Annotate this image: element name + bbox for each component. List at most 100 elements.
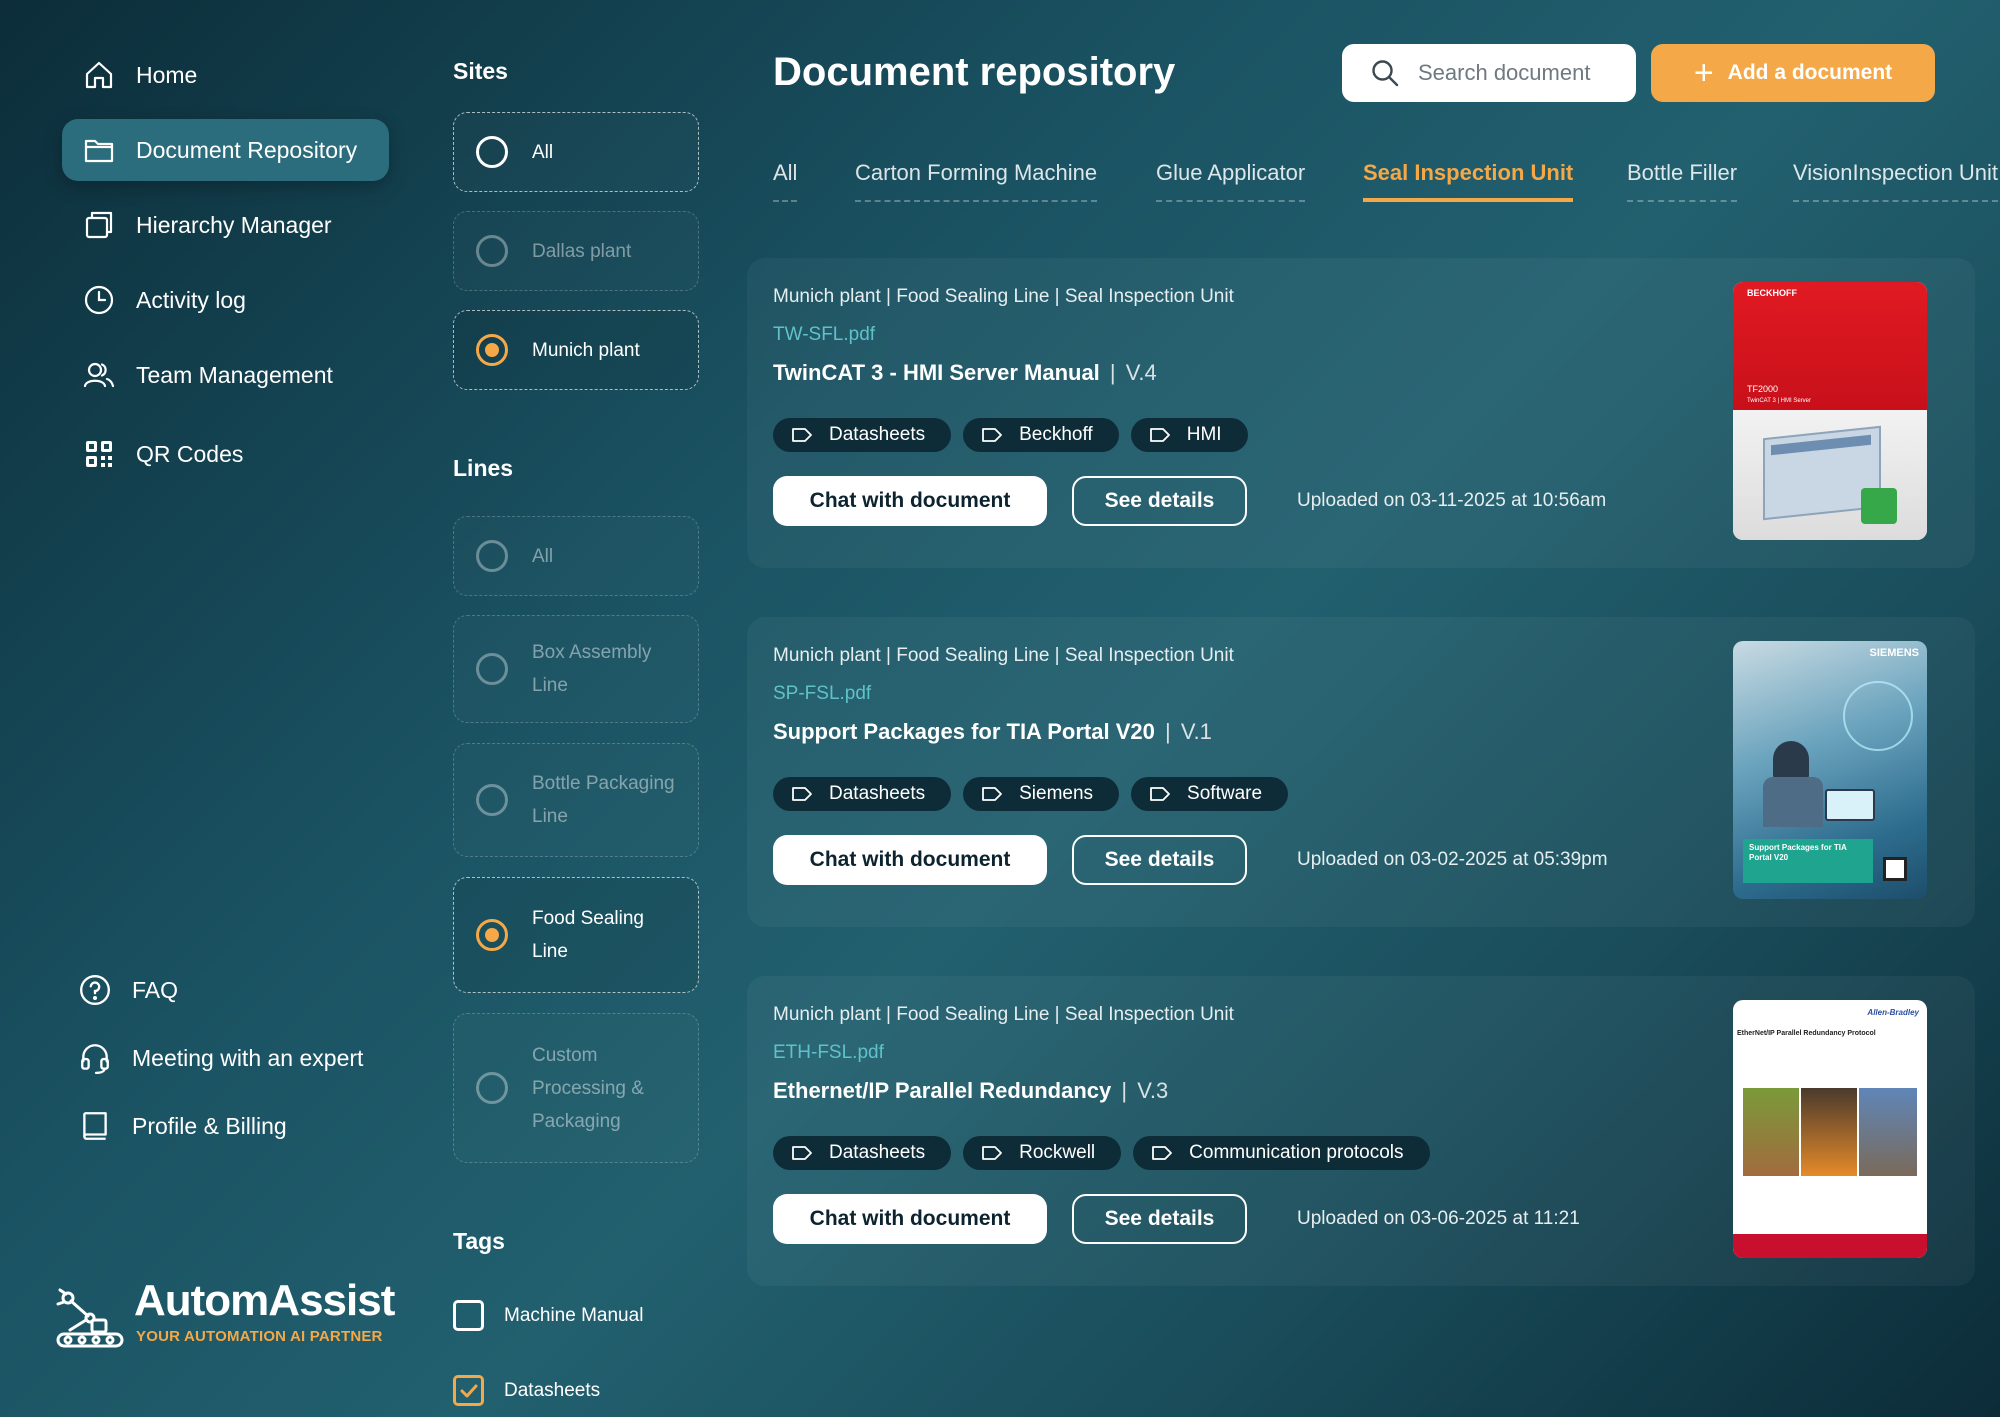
qr-icon <box>82 437 116 471</box>
tag-filter-label: Machine Manual <box>504 1304 644 1326</box>
document-cover-thumbnail[interactable]: SIEMENS Support Packages for TIA Portal … <box>1733 641 1927 899</box>
line-option-food-sealing[interactable]: Food Sealing Line <box>453 877 699 993</box>
site-option-dallas[interactable]: Dallas plant <box>453 211 699 291</box>
search-icon <box>1370 58 1400 88</box>
headset-icon <box>78 1041 112 1075</box>
document-version: V.1 <box>1180 719 1212 744</box>
tag-icon <box>792 1146 812 1160</box>
nav-profile-billing[interactable]: Profile & Billing <box>78 1109 287 1143</box>
upload-date: Uploaded on 03-11-2025 at 10:56am <box>1297 490 1607 511</box>
see-details-button[interactable]: See details <box>1072 835 1247 885</box>
site-option-all[interactable]: All <box>453 112 699 192</box>
tab-vision-inspection-unit[interactable]: VisionInspection Unit <box>1793 160 1999 202</box>
cover-brand: BECKHOFF <box>1747 288 1797 298</box>
tag-filter-datasheets[interactable]: Datasheets <box>453 1375 600 1406</box>
see-details-button[interactable]: See details <box>1072 476 1247 526</box>
tab-seal-inspection-unit[interactable]: Seal Inspection Unit <box>1363 160 1574 202</box>
document-title: TwinCAT 3 - HMI Server Manual <box>773 360 1100 385</box>
document-filename[interactable]: TW-SFL.pdf <box>773 324 875 346</box>
plus-icon: + <box>1693 54 1714 92</box>
document-card: Munich plant | Food Sealing Line | Seal … <box>747 976 1975 1286</box>
document-filename[interactable]: ETH-FSL.pdf <box>773 1042 884 1064</box>
tag-pill[interactable]: Siemens <box>963 777 1120 811</box>
nav-team-management[interactable]: Team Management <box>62 344 389 406</box>
document-cover-thumbnail[interactable]: BECKHOFF TF2000 TwinCAT 3 | HMI Server <box>1733 282 1927 540</box>
see-details-button[interactable]: See details <box>1072 1194 1247 1244</box>
nav-team-management-label: Team Management <box>136 361 333 388</box>
nav-faq[interactable]: FAQ <box>78 973 178 1007</box>
document-cover-thumbnail[interactable]: Allen-Bradley EtherNet/IP Parallel Redun… <box>1733 1000 1927 1258</box>
document-tags: Datasheets Rockwell Communication protoc… <box>773 1136 1430 1170</box>
tag-label: Communication protocols <box>1189 1142 1404 1163</box>
nav-document-repository[interactable]: Document Repository <box>62 119 389 181</box>
chat-with-document-button[interactable]: Chat with document <box>773 476 1047 526</box>
tag-pill[interactable]: Communication protocols <box>1133 1136 1430 1170</box>
document-title-row: Ethernet/IP Parallel Redundancy | V.3 <box>773 1078 1168 1104</box>
nav-meeting-expert-label: Meeting with an expert <box>132 1044 364 1071</box>
document-filename[interactable]: SP-FSL.pdf <box>773 683 871 705</box>
tab-carton-forming-machine[interactable]: Carton Forming Machine <box>855 160 1098 202</box>
nav-hierarchy-manager[interactable]: Hierarchy Manager <box>62 194 389 256</box>
line-option-all[interactable]: All <box>453 516 699 596</box>
site-option-label: All <box>532 141 554 163</box>
tag-label: Siemens <box>1019 783 1094 804</box>
tab-glue-applicator[interactable]: Glue Applicator <box>1156 160 1306 202</box>
logo-tagline: YOUR AUTOMATION AI PARTNER <box>136 1328 383 1345</box>
search-input[interactable]: Search document <box>1342 44 1636 102</box>
nav-activity-log-label: Activity log <box>136 286 246 313</box>
tag-pill[interactable]: HMI <box>1130 418 1248 452</box>
tag-pill[interactable]: Beckhoff <box>963 418 1119 452</box>
nav-qr-codes[interactable]: QR Codes <box>62 423 389 485</box>
tag-pill[interactable]: Rockwell <box>963 1136 1122 1170</box>
app-logo: AutomAssist YOUR AUTOMATION AI PARTNER <box>56 1276 395 1352</box>
tag-pill[interactable]: Software <box>1131 777 1289 811</box>
tag-label: HMI <box>1186 424 1222 445</box>
checkbox-checked-icon <box>453 1375 484 1406</box>
help-icon <box>78 973 112 1007</box>
hierarchy-icon <box>82 208 116 242</box>
tag-filter-machine-manual[interactable]: Machine Manual <box>453 1300 643 1331</box>
tag-pill[interactable]: Datasheets <box>773 777 952 811</box>
line-option-label: All <box>532 545 554 567</box>
nav-qr-codes-label: QR Codes <box>136 440 244 467</box>
tab-bottle-filler[interactable]: Bottle Filler <box>1627 160 1738 202</box>
document-version-separator: | <box>1121 1078 1128 1103</box>
chat-with-document-button[interactable]: Chat with document <box>773 1194 1047 1244</box>
document-title: Support Packages for TIA Portal V20 <box>773 719 1155 744</box>
lines-title: Lines <box>453 455 514 481</box>
tag-pill[interactable]: Datasheets <box>773 1136 952 1170</box>
line-option-bottle-packaging[interactable]: Bottle Packaging Line <box>453 743 699 857</box>
cover-brand: Allen-Bradley <box>1867 1008 1919 1017</box>
line-option-box-assembly[interactable]: Box Assembly Line <box>453 615 699 723</box>
add-document-button[interactable]: + Add a document <box>1651 44 1935 102</box>
logo-name: AutomAssist <box>134 1276 395 1325</box>
chat-with-document-button[interactable]: Chat with document <box>773 835 1047 885</box>
line-option-custom-processing[interactable]: Custom Processing & Packaging <box>453 1013 699 1163</box>
document-title-row: Support Packages for TIA Portal V20 | V.… <box>773 719 1212 745</box>
document-card: Munich plant | Food Sealing Line | Seal … <box>747 617 1975 927</box>
tag-label: Datasheets <box>829 783 926 804</box>
tab-all[interactable]: All <box>773 160 798 202</box>
site-option-munich[interactable]: Munich plant <box>453 310 699 390</box>
nav-hierarchy-manager-label: Hierarchy Manager <box>136 211 332 238</box>
add-document-label: Add a document <box>1727 61 1893 84</box>
line-option-label: Box Assembly Line <box>532 642 652 696</box>
document-tags: Datasheets Siemens Software <box>773 777 1289 811</box>
tag-pill[interactable]: Datasheets <box>773 418 952 452</box>
cover-brand: SIEMENS <box>1869 647 1919 659</box>
nav-faq-label: FAQ <box>132 976 179 1003</box>
nav-home-label: Home <box>136 61 198 88</box>
document-card: Munich plant | Food Sealing Line | Seal … <box>747 258 1975 568</box>
nav-home[interactable]: Home <box>62 44 389 106</box>
nav-activity-log[interactable]: Activity log <box>62 269 389 331</box>
upload-date: Uploaded on 03-02-2025 at 05:39pm <box>1297 849 1608 870</box>
cover-code: TF2000 <box>1747 384 1779 394</box>
tag-filter-label: Datasheets <box>504 1379 601 1401</box>
tag-icon <box>792 428 812 442</box>
document-title: Ethernet/IP Parallel Redundancy <box>773 1078 1112 1103</box>
search-placeholder: Search document <box>1418 60 1591 85</box>
document-version: V.4 <box>1125 360 1157 385</box>
tag-icon <box>982 787 1003 801</box>
radio-icon <box>476 653 508 685</box>
nav-meeting-expert[interactable]: Meeting with an expert <box>78 1041 363 1075</box>
